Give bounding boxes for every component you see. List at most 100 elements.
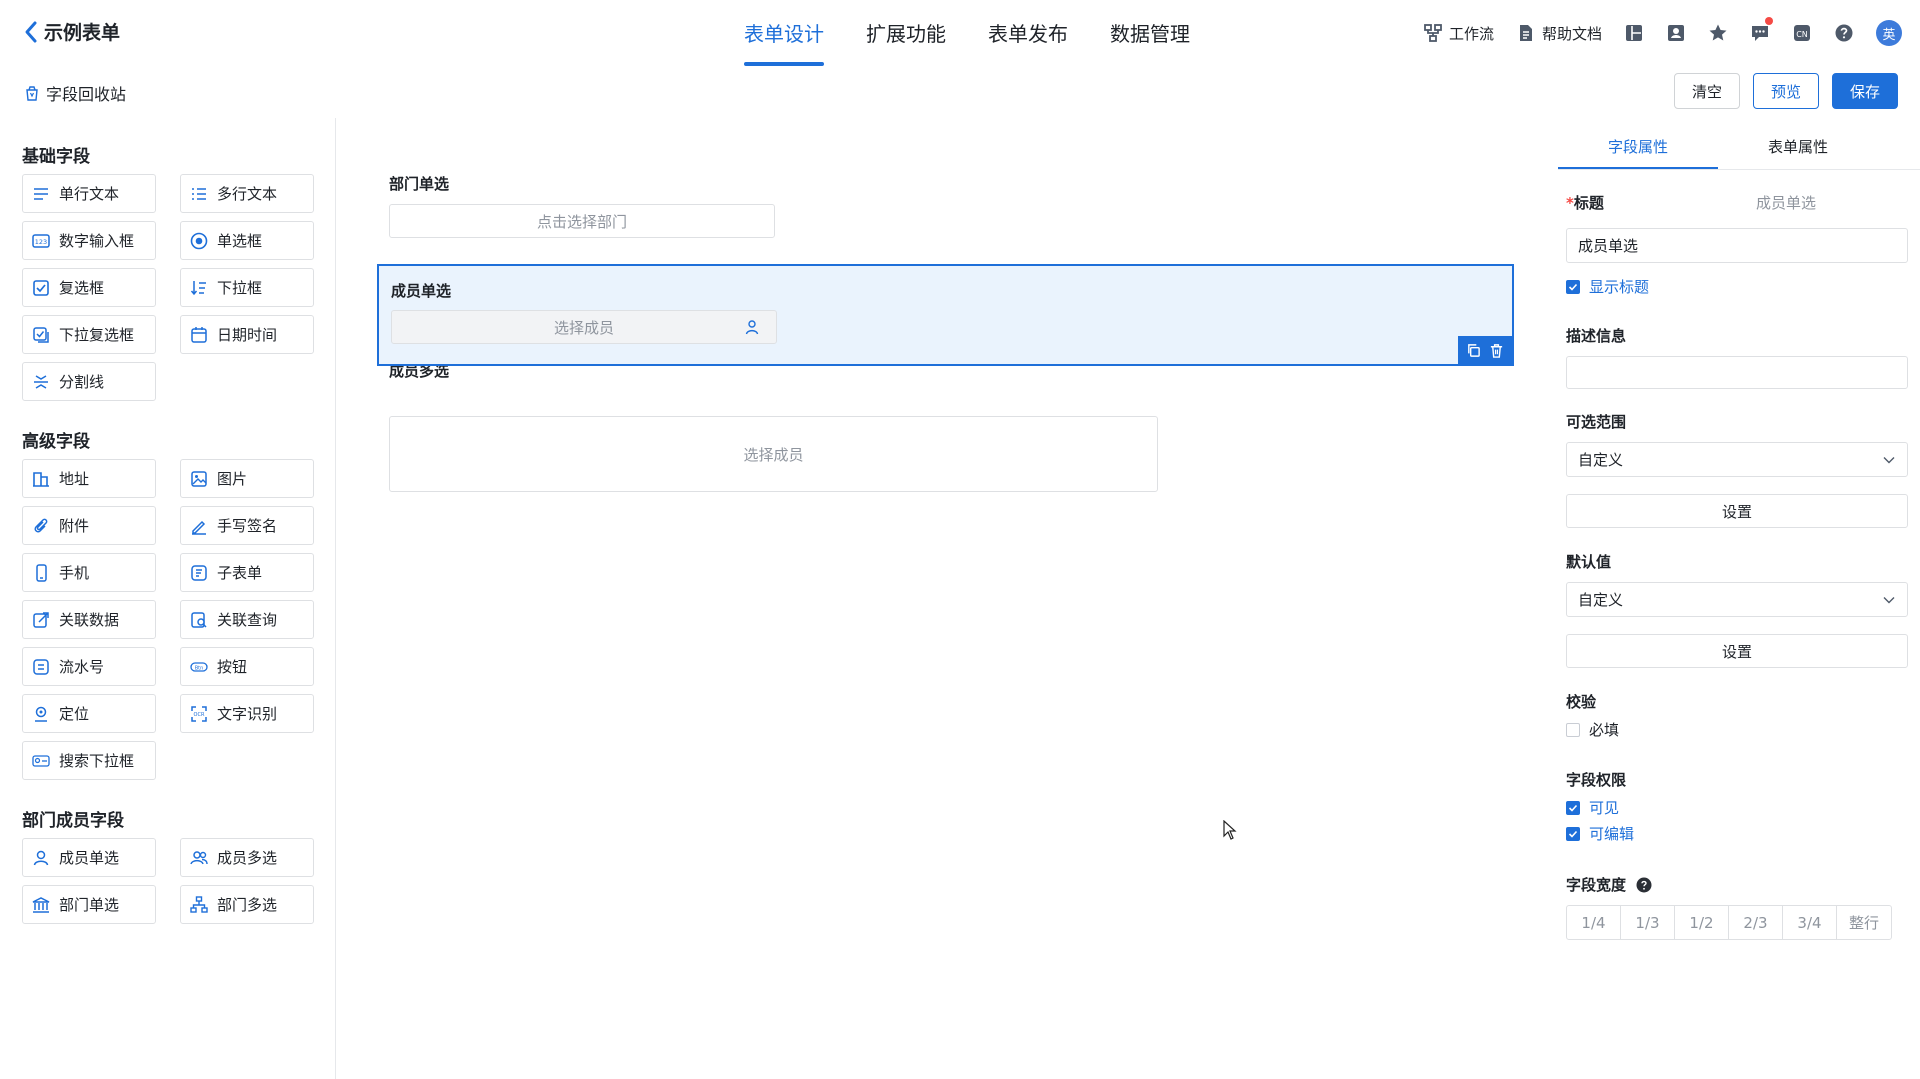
copy-icon[interactable] [1466,343,1481,358]
layout-button[interactable] [1624,20,1644,46]
default-settings-button[interactable]: 设置 [1566,634,1908,668]
range-label: 可选范围 [1566,413,1627,431]
dept-field-department-tree[interactable]: 部门多选 [180,885,314,924]
width-option-2-3[interactable]: 2/3 [1729,906,1783,939]
advanced-field-address[interactable]: 地址 [22,459,156,498]
advanced-field-button[interactable]: Btn 按钮 [180,647,314,686]
advanced-field-ocr[interactable]: OCR 文字识别 [180,694,314,733]
basic-field-dropdown-checkbox[interactable]: 下拉复选框 [22,315,156,354]
language-button[interactable]: CN [1792,20,1812,46]
advanced-field-location[interactable]: 定位 [22,694,156,733]
save-button[interactable]: 保存 [1831,73,1898,109]
width-option-1-4[interactable]: 1/4 [1567,906,1621,939]
field-item-label: 多行文本 [217,185,278,203]
default-value-select[interactable]: 自定义 [1566,582,1908,617]
field-item-label: 子表单 [217,564,263,582]
width-option-1-3[interactable]: 1/3 [1621,906,1675,939]
basic-field-divider[interactable]: 分割线 [22,362,156,401]
visible-checkbox[interactable]: 可见 [1566,797,1619,818]
basic-field-checkbox[interactable]: 复选框 [22,268,156,307]
width-option-3-4[interactable]: 3/4 [1783,906,1837,939]
field-item-label: 部门单选 [59,896,120,914]
width-option-full[interactable]: 整行 [1837,906,1891,939]
dept-field-department[interactable]: 部门单选 [22,885,156,924]
ocr-icon: OCR [191,705,207,722]
advanced-field-search-dropdown[interactable]: 搜索下拉框 [22,741,156,780]
basic-field-number-input[interactable]: 123 数字输入框 [22,221,156,260]
form-title: 示例表单 [44,22,121,44]
advanced-field-image[interactable]: 图片 [180,459,314,498]
action-buttons: 清空 预览 保存 [1673,73,1898,109]
advanced-field-linked-query[interactable]: 关联查询 [180,600,314,639]
field-item-label: 数字输入框 [59,232,135,250]
field-actions [1458,336,1512,364]
description-input[interactable] [1566,356,1908,389]
dept-field-members[interactable]: 成员多选 [180,838,314,877]
field-permission-label: 字段权限 [1566,771,1627,789]
title-input[interactable]: 成员单选 [1566,228,1908,263]
advanced-field-linked-data[interactable]: 关联数据 [22,600,156,639]
dropdown-icon [190,280,206,295]
question-icon[interactable] [1636,877,1652,893]
field-recycle-bin[interactable]: 字段回收站 [24,81,126,105]
dept-select-input[interactable]: 点击选择部门 [389,204,775,238]
preview-button[interactable]: 预览 [1752,73,1819,109]
tab-form-properties[interactable]: 表单属性 [1718,128,1878,169]
user-icon [745,320,759,335]
advanced-field-serial-number[interactable]: 流水号 [22,647,156,686]
layout-icon [1626,25,1642,41]
advanced-field-phone[interactable]: 手机 [22,553,156,592]
show-title-checkbox[interactable]: 显示标题 [1566,276,1649,297]
tab-extensions[interactable]: 扩展功能 [845,0,967,68]
favorite-button[interactable] [1708,20,1728,46]
title-label-text: 标题 [1573,194,1604,212]
help-button[interactable] [1834,20,1854,46]
question-icon [1835,24,1853,42]
range-settings-button[interactable]: 设置 [1566,494,1908,528]
tab-data-management[interactable]: 数据管理 [1089,0,1211,68]
chevron-down-icon [1883,596,1895,603]
basic-field-dropdown[interactable]: 下拉框 [180,268,314,307]
advanced-field-signature[interactable]: 手写签名 [180,506,314,545]
member-select-input[interactable]: 选择成员 [391,310,777,344]
member-single-field-selected[interactable]: 成员单选 选择成员 [377,264,1514,366]
message-icon [1752,26,1768,41]
range-select[interactable]: 自定义 [1566,442,1908,477]
single-line-text-icon [34,187,48,200]
checkbox-unchecked-icon [1566,722,1580,737]
visible-label: 可见 [1589,799,1620,817]
svg-text:123: 123 [35,238,47,246]
messages-button[interactable] [1750,17,1773,46]
delete-icon[interactable] [1489,343,1504,358]
dept-field-member[interactable]: 成员单选 [22,838,156,877]
tab-field-properties[interactable]: 字段属性 [1558,128,1718,169]
required-checkbox[interactable]: 必填 [1566,719,1619,740]
tab-form-design[interactable]: 表单设计 [744,0,845,68]
department-icon [32,896,50,913]
basic-field-radio[interactable]: 单选框 [180,221,314,260]
basic-fields-grid: 单行文本 多行文本 123 数字输入框 单选框 复选框 下拉框 下拉复选框 日期时间 分割线 [22,174,314,401]
checkbox-icon [33,279,49,296]
clear-button[interactable]: 清空 [1673,73,1740,109]
member-multi-input[interactable]: 选择成员 [389,416,1158,492]
tab-publish[interactable]: 表单发布 [967,0,1089,68]
member-select-placeholder: 选择成员 [553,318,614,337]
contacts-button[interactable] [1666,20,1686,46]
basic-field-multi-line-text[interactable]: 多行文本 [180,174,314,213]
back-button[interactable]: 示例表单 [24,18,120,45]
width-option-1-2[interactable]: 1/2 [1675,906,1729,939]
basic-field-calendar[interactable]: 日期时间 [180,315,314,354]
field-item-label: 地址 [59,470,90,488]
advanced-field-attachment[interactable]: 附件 [22,506,156,545]
svg-text:OCR: OCR [194,712,205,718]
phone-icon [36,563,47,582]
help-docs-button[interactable]: 帮助文档 [1516,20,1602,46]
field-item-label: 搜索下拉框 [59,752,135,770]
workflow-button[interactable]: 工作流 [1423,20,1494,46]
basic-field-single-line-text[interactable]: 单行文本 [22,174,156,213]
user-avatar[interactable]: 英 [1876,20,1902,46]
dept-single-field[interactable]: 部门单选 [389,173,449,194]
advanced-field-subform[interactable]: 子表单 [180,553,314,592]
editable-checkbox[interactable]: 可编辑 [1566,823,1634,844]
number-input-icon: 123 [32,233,50,248]
